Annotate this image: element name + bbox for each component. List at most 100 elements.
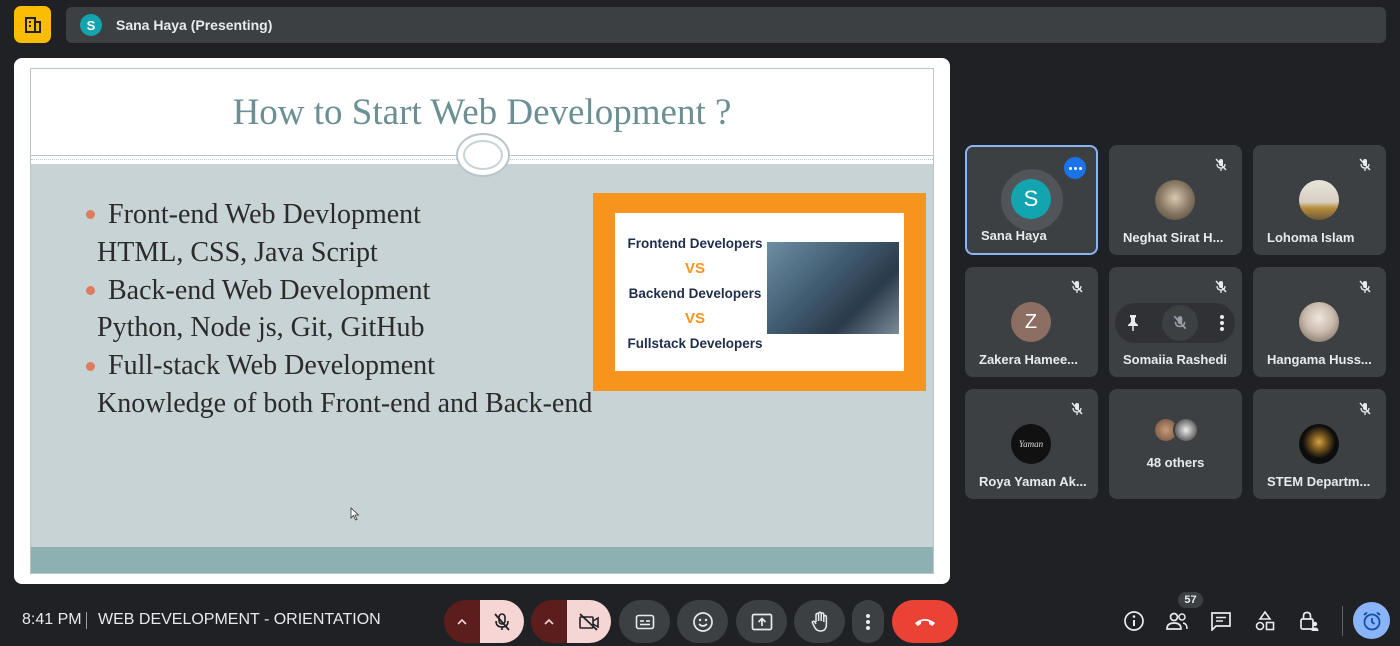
captions-button[interactable]	[619, 600, 670, 643]
tile-hover-controls	[1115, 303, 1235, 343]
mic-off-icon	[1215, 158, 1227, 171]
bullet-heading: Front-end Web Devlopment	[108, 199, 421, 230]
raise-hand-button[interactable]	[794, 600, 845, 643]
mic-off-icon	[1359, 158, 1371, 171]
bullet-detail: HTML, CSS, Java Script	[97, 236, 378, 268]
meeting-details-button[interactable]	[1121, 608, 1147, 634]
participant-tile[interactable]: Lohoma Islam	[1253, 145, 1386, 255]
slide-title: How to Start Web Development ?	[232, 92, 732, 133]
shapes-icon	[1255, 610, 1275, 631]
people-button[interactable]	[1164, 608, 1190, 634]
camera-off-icon	[579, 612, 599, 631]
slide-footer-band	[31, 547, 933, 573]
bullet-heading: Full-stack Web Development	[108, 350, 435, 382]
presenter-label: Sana Haya (Presenting)	[116, 17, 273, 33]
camera-toggle-button[interactable]	[567, 600, 611, 643]
mute-participant-button[interactable]	[1161, 305, 1198, 341]
video-options-button[interactable]	[531, 600, 567, 643]
mic-off-icon	[1359, 402, 1371, 415]
participant-avatar	[1155, 180, 1195, 220]
presenter-avatar: S	[80, 14, 102, 36]
captions-icon	[635, 614, 654, 629]
activities-button[interactable]	[1252, 608, 1278, 634]
participant-avatar	[1299, 180, 1339, 220]
image-line: Backend Developers	[628, 286, 762, 301]
emoji-icon	[692, 611, 713, 632]
participant-avatar	[1173, 417, 1199, 443]
slide-bullets: Front-end Web Devlopment HTML, CSS, Java…	[86, 196, 592, 423]
participant-name: Somaiia Rashedi	[1123, 352, 1228, 367]
building-icon	[24, 16, 41, 33]
hand-icon	[811, 611, 827, 632]
image-vs: VS	[684, 260, 705, 277]
leave-call-button[interactable]	[892, 600, 958, 643]
others-count-label: 48 others	[1146, 455, 1205, 470]
others-tile[interactable]: 48 others	[1109, 389, 1242, 499]
more-vert-icon[interactable]	[1219, 314, 1225, 332]
timer-button[interactable]	[1353, 602, 1390, 639]
mic-off-icon	[1359, 280, 1371, 293]
bullet-item: Front-end Web Devlopment	[86, 196, 592, 234]
participant-name: Lohoma Islam	[1267, 230, 1355, 245]
presentation-stage[interactable]: How to Start Web Development ? Front-end…	[14, 58, 950, 584]
participant-avatar	[1299, 424, 1339, 464]
chevron-up-icon	[544, 618, 554, 625]
participant-avatar: S	[1011, 179, 1051, 219]
bullet-detail: Python, Node js, Git, GitHub	[97, 312, 425, 344]
reactions-button[interactable]	[677, 600, 728, 643]
participant-avatar: Yaman	[1011, 424, 1051, 464]
app-logo-button[interactable]	[14, 6, 51, 43]
mouse-cursor-icon	[350, 507, 360, 521]
people-icon	[1166, 612, 1188, 630]
participant-tile[interactable]: Neghat Sirat H...	[1109, 145, 1242, 255]
participant-name: Hangama Huss...	[1267, 352, 1372, 367]
microphone-toggle-button[interactable]	[480, 600, 524, 643]
divider	[86, 612, 87, 629]
chat-button[interactable]	[1208, 608, 1234, 634]
participant-tile[interactable]: Yaman Roya Yaman Ak...	[965, 389, 1098, 499]
image-line: Fullstack Developers	[627, 336, 763, 351]
participant-name: Neghat Sirat H...	[1123, 230, 1224, 245]
image-vs: VS	[684, 310, 705, 327]
chat-icon	[1211, 612, 1231, 631]
participant-tile[interactable]: S Sana Haya	[965, 145, 1098, 255]
lock-person-icon	[1300, 611, 1319, 631]
image-line: Frontend Developers	[627, 236, 763, 251]
pin-icon[interactable]	[1125, 314, 1141, 332]
bullet-heading: Back-end Web Development	[108, 274, 431, 306]
presenter-bar[interactable]: S Sana Haya (Presenting)	[66, 7, 1386, 43]
info-icon	[1124, 611, 1144, 631]
mic-off-icon	[1215, 280, 1227, 293]
participant-tile[interactable]: Z Zakera Hamee...	[965, 267, 1098, 377]
people-count-badge: 57	[1178, 592, 1203, 608]
slide-image-text: Frontend Developers VS Backend Developer…	[621, 231, 769, 356]
participant-avatar: Z	[1011, 302, 1051, 342]
more-vert-icon	[866, 613, 870, 630]
host-controls-button[interactable]	[1296, 608, 1322, 634]
participant-name: STEM Departm...	[1267, 474, 1371, 489]
present-screen-button[interactable]	[736, 600, 787, 643]
participant-tile[interactable]: Hangama Huss...	[1253, 267, 1386, 377]
audio-options-button[interactable]	[444, 600, 480, 643]
participant-name: Zakera Hamee...	[979, 352, 1079, 367]
call-end-icon	[915, 618, 935, 626]
participant-tile[interactable]: STEM Departm...	[1253, 389, 1386, 499]
bullet-detail: Knowledge of both Front-end and Back-end	[97, 387, 593, 419]
present-screen-icon	[751, 613, 772, 630]
bullet-item: Full-stack Web Development	[86, 347, 592, 385]
participant-name: Sana Haya	[981, 228, 1047, 243]
bullet-dot-icon	[86, 210, 95, 220]
slide-image: Frontend Developers VS Backend Developer…	[593, 193, 926, 391]
meeting-title: WEB DEVELOPMENT - ORIENTATION	[98, 611, 381, 628]
mic-off-icon	[1071, 402, 1083, 415]
more-options-button[interactable]	[852, 600, 884, 643]
alarm-clock-icon	[1362, 611, 1381, 630]
developer-photo	[767, 242, 899, 334]
bullet-item: Back-end Web Development	[86, 272, 592, 310]
title-ornament	[456, 133, 510, 177]
bullet-dot-icon	[86, 285, 95, 295]
mic-off-icon	[1071, 280, 1083, 293]
chevron-up-icon	[457, 618, 467, 625]
participant-tile[interactable]: Somaiia Rashedi	[1109, 267, 1242, 377]
meeting-time: 8:41 PM	[22, 611, 82, 628]
